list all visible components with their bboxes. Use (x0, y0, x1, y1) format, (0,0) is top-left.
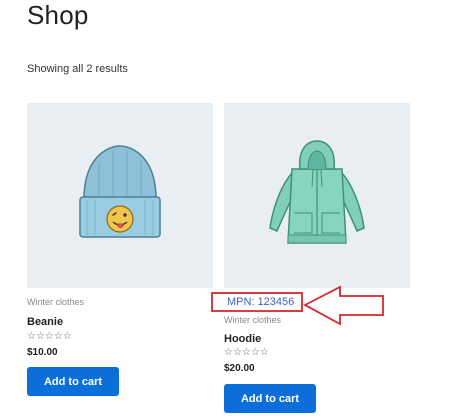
rating-stars: ☆☆☆☆☆ (27, 331, 72, 342)
product-card-beanie: Winter clothes Beanie ☆☆☆☆☆ $10.00 Add t… (27, 103, 213, 396)
product-card-hoodie: MPN: 123456 Winter clothes Hoodie ☆☆☆☆☆ … (224, 103, 410, 413)
product-name[interactable]: Beanie (27, 316, 63, 328)
add-to-cart-button[interactable]: Add to cart (27, 367, 119, 396)
annotation-arrow (303, 285, 384, 326)
hoodie-image[interactable] (224, 103, 410, 288)
result-count: Showing all 2 results (27, 63, 128, 75)
rating-stars: ☆☆☆☆☆ (224, 347, 269, 358)
product-price: $20.00 (224, 363, 255, 374)
product-category[interactable]: Winter clothes (224, 315, 281, 325)
product-price: $10.00 (27, 347, 58, 358)
product-category[interactable]: Winter clothes (27, 297, 84, 307)
beanie-image[interactable] (27, 103, 213, 288)
mpn-label: MPN: 123456 (227, 296, 295, 308)
product-name[interactable]: Hoodie (224, 333, 261, 345)
add-to-cart-button[interactable]: Add to cart (224, 384, 316, 413)
page-title: Shop (27, 0, 89, 30)
